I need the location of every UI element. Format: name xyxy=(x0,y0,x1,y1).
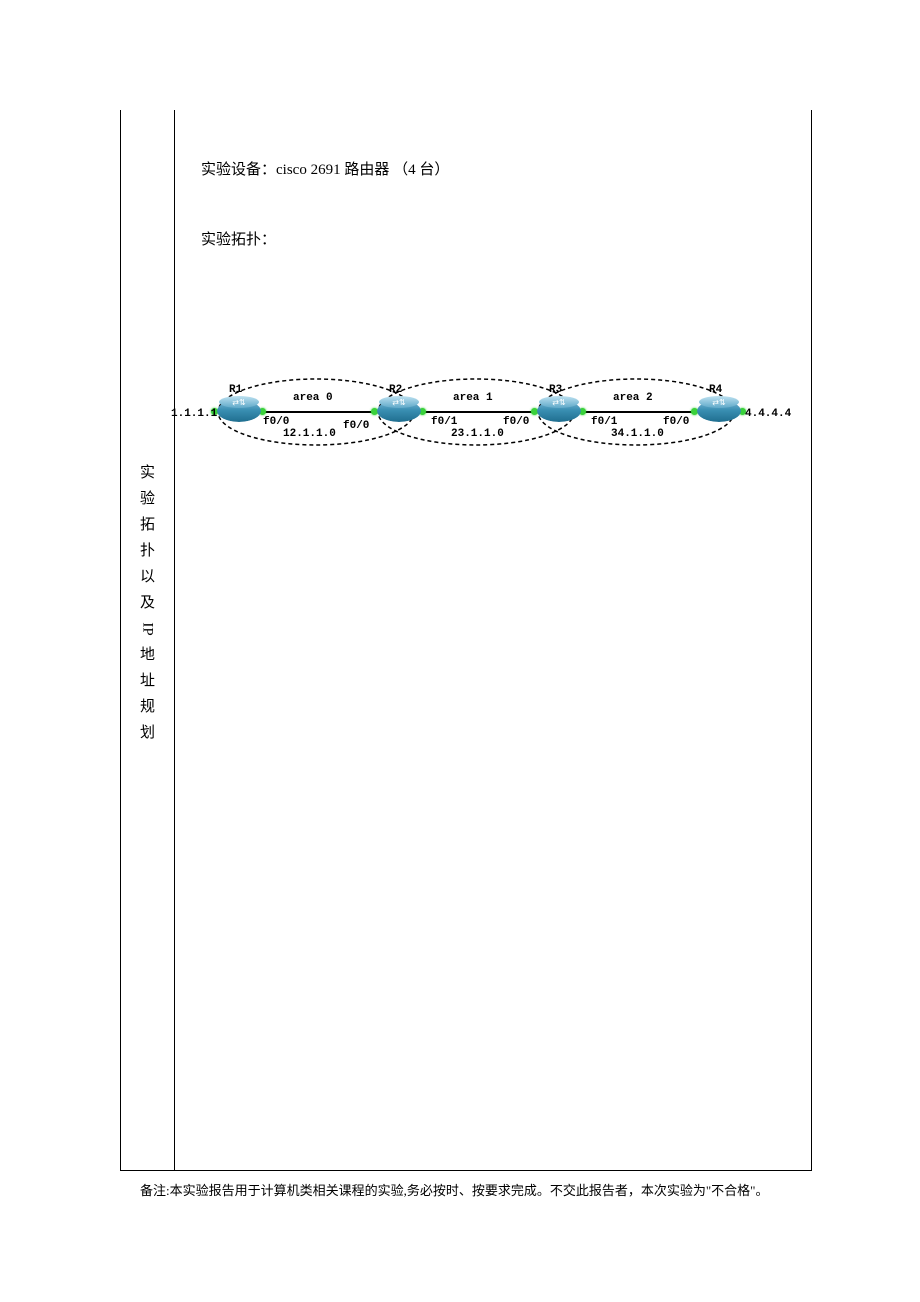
router-r2: ⇄⇅ xyxy=(377,400,421,428)
topology-label: 实验拓扑： xyxy=(201,228,791,252)
equipment-line: 实验设备：cisco 2691 路由器 （4 台） xyxy=(201,158,791,182)
section-title-vertical: 实验拓扑以及IP地址规划 xyxy=(121,460,174,746)
equipment-value: cisco 2691 路由器 （4 台） xyxy=(276,162,449,178)
area-label-2: area 2 xyxy=(613,392,653,404)
if-label: f0/0 xyxy=(343,420,369,432)
router-label-r2: R2 xyxy=(389,384,402,396)
router-label-r3: R3 xyxy=(549,384,562,396)
topology-diagram: ⇄⇅ ⇄⇅ ⇄⇅ ⇄⇅ R1 R2 R3 R4 area 0 area 1 ar… xyxy=(183,370,803,470)
router-label-r4: R4 xyxy=(709,384,722,396)
link-r2-r3 xyxy=(420,411,535,413)
router-r1: ⇄⇅ xyxy=(217,400,261,428)
if-label: f0/1 xyxy=(431,416,457,428)
router-r4: ⇄⇅ xyxy=(697,400,741,428)
loopback-r4: 4.4.4.4 xyxy=(745,408,791,420)
net-label: 12.1.1.0 xyxy=(283,428,336,440)
net-label: 23.1.1.0 xyxy=(451,428,504,440)
footer-note: 备注:本实验报告用于计算机类相关课程的实验,务必按时、按要求完成。不交此报告者，… xyxy=(140,1180,768,1199)
report-frame: 实验拓扑以及IP地址规划 实验设备：cisco 2691 路由器 （4 台） 实… xyxy=(120,110,812,1171)
area-label-1: area 1 xyxy=(453,392,493,404)
router-label-r1: R1 xyxy=(229,384,242,396)
link-r1-r2 xyxy=(260,411,375,413)
net-label: 34.1.1.0 xyxy=(611,428,664,440)
if-label: f0/1 xyxy=(591,416,617,428)
column-divider xyxy=(174,110,175,1170)
router-r3: ⇄⇅ xyxy=(537,400,581,428)
if-label: f0/0 xyxy=(503,416,529,428)
if-label: f0/0 xyxy=(663,416,689,428)
if-label: f0/0 xyxy=(263,416,289,428)
link-r3-r4 xyxy=(580,411,695,413)
equipment-label: 实验设备： xyxy=(201,162,276,178)
content-area: 实验设备：cisco 2691 路由器 （4 台） 实验拓扑： xyxy=(201,158,791,252)
area-label-0: area 0 xyxy=(293,392,333,404)
loopback-r1: 1.1.1.1 xyxy=(171,408,217,420)
